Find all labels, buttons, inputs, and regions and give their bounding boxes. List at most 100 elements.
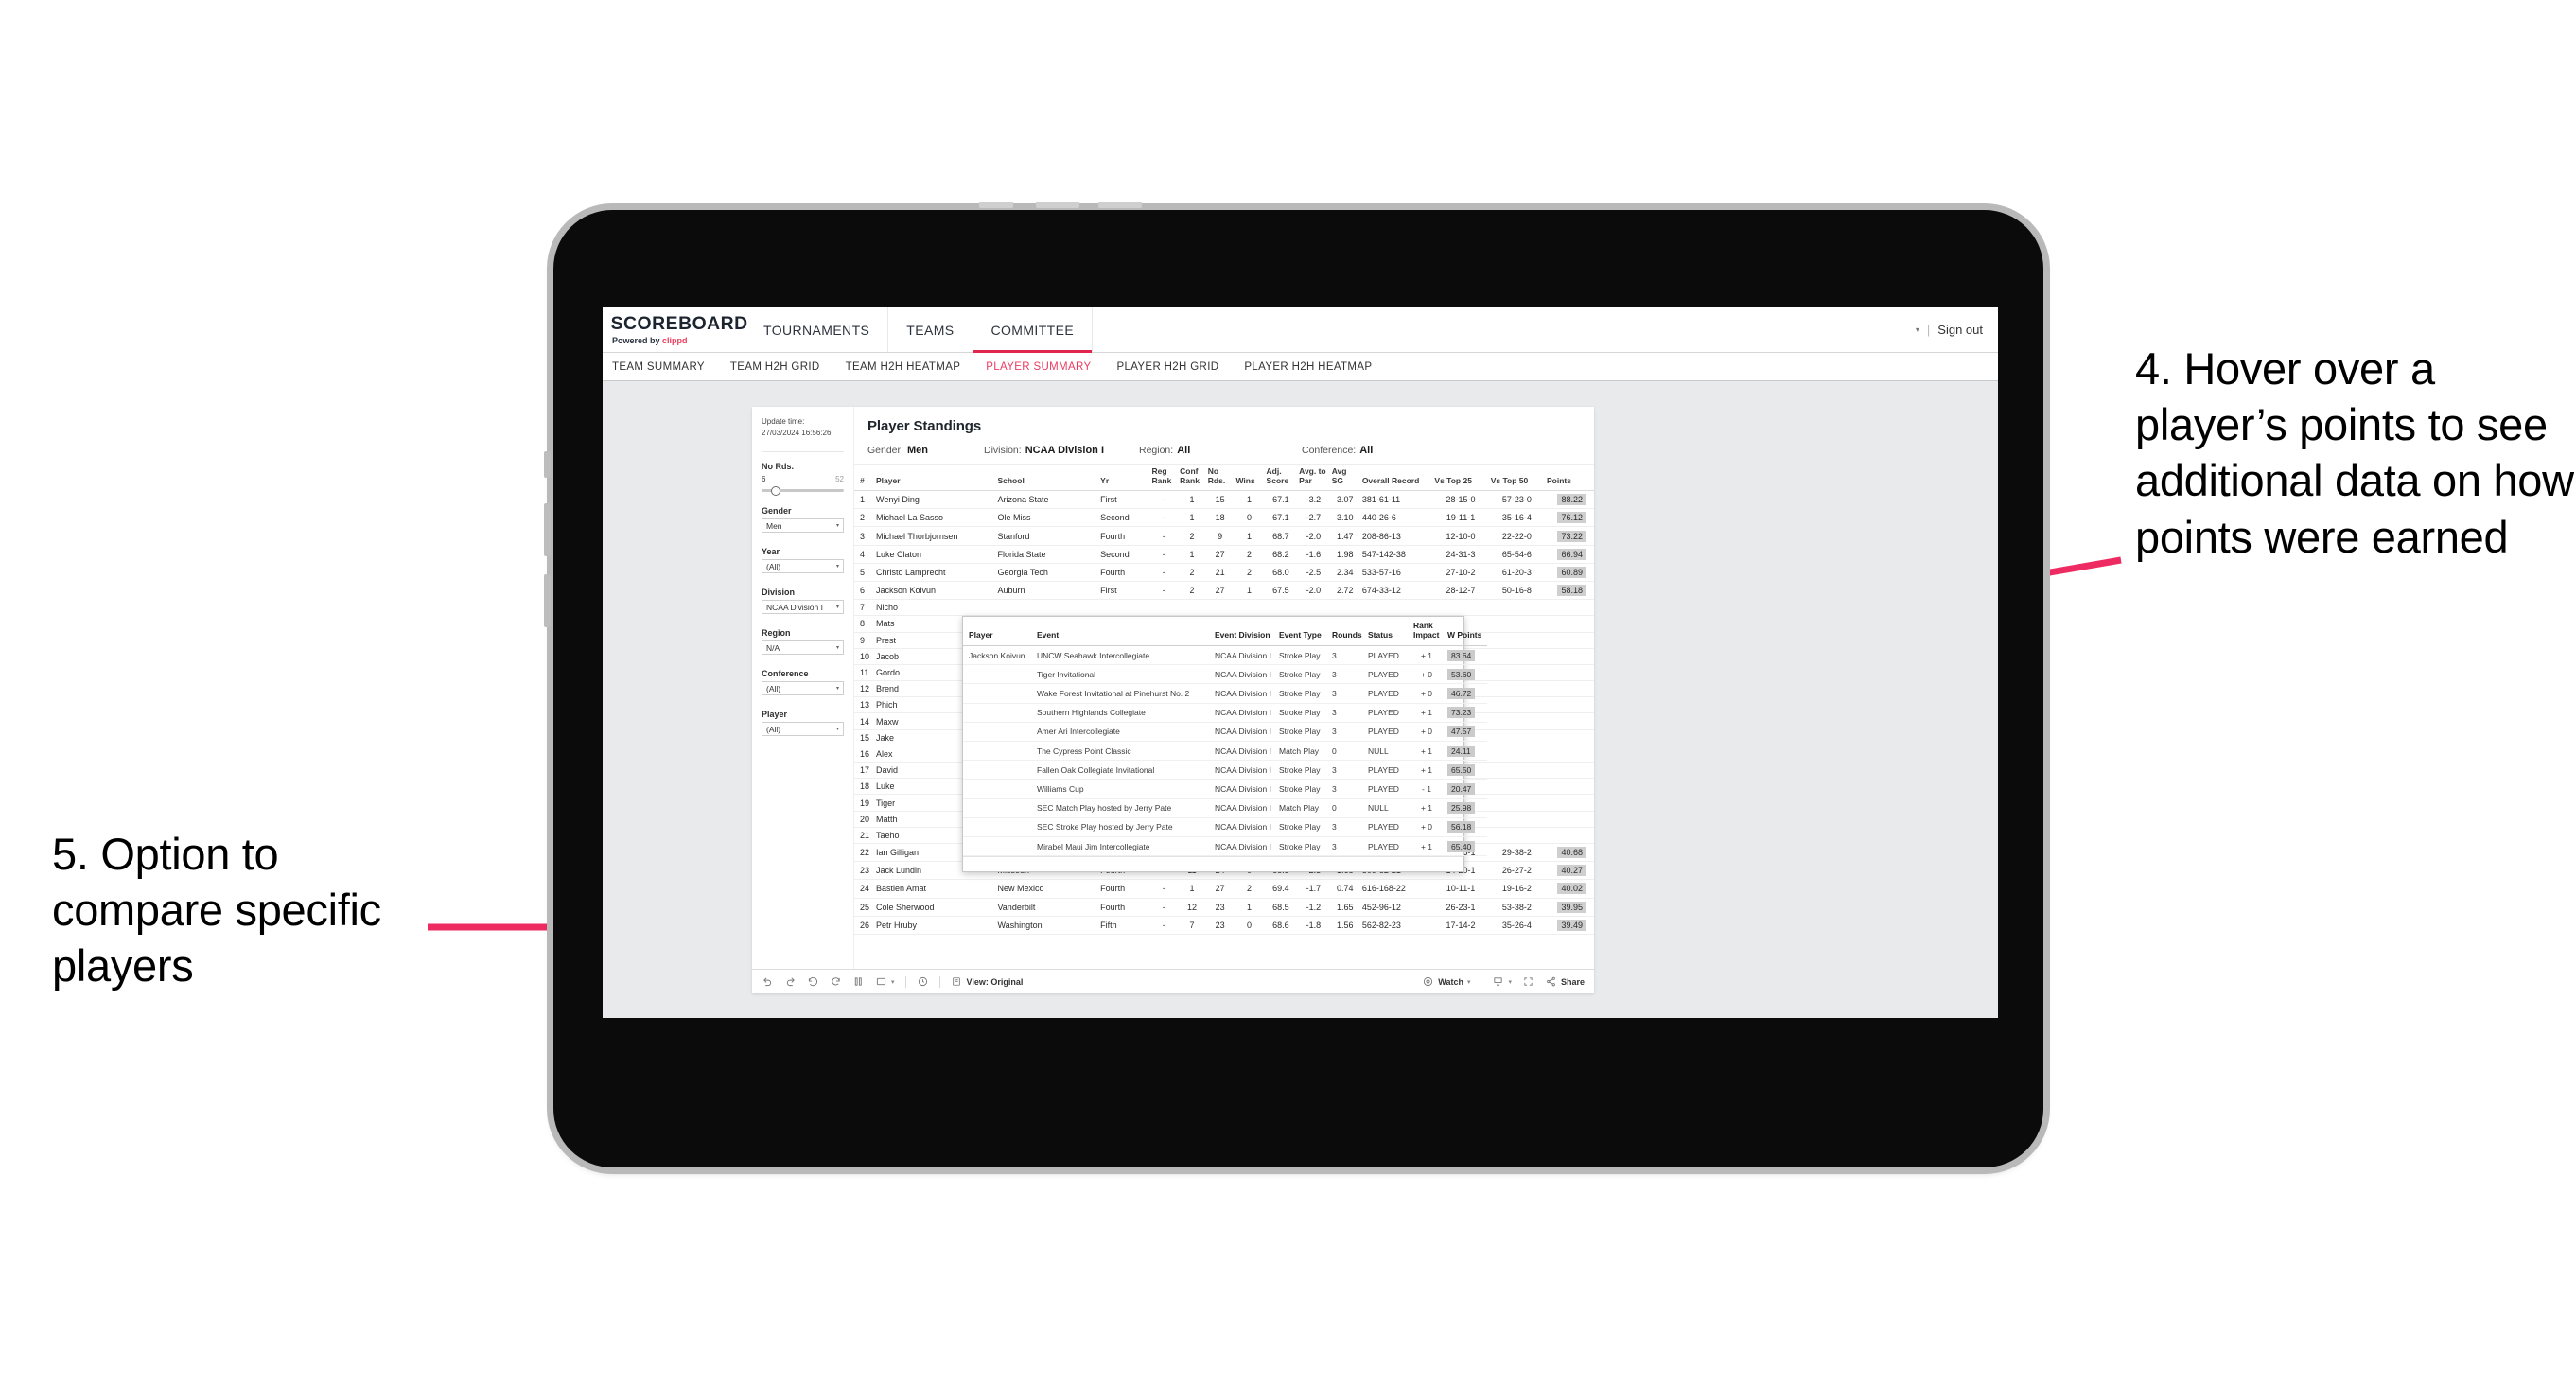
app-logo[interactable]: SCOREBOARD Powered by clippd	[603, 307, 747, 352]
filter-gender-select[interactable]: Men ▾	[762, 518, 844, 533]
table-row[interactable]: 6 Jackson Koivun Auburn First -2 27 1 67.5 -2.0 2…	[854, 581, 1594, 601]
tt-col-event-division: Event Division	[1209, 617, 1273, 647]
points-badge[interactable]: 73.22	[1557, 530, 1586, 542]
col-no-rounds[interactable]: No Rds.	[1205, 465, 1235, 492]
nav-item-tournaments[interactable]: TOURNAMENTS	[745, 307, 889, 352]
tt-cell-w-points: 83.64	[1442, 645, 1487, 666]
cell-school: Georgia Tech	[995, 563, 1099, 582]
tablet-volume-down-button	[544, 574, 551, 627]
tt-cell-type: Stroke Play	[1273, 645, 1326, 666]
cell-adj-score: 67.1	[1264, 508, 1298, 528]
table-row[interactable]: 2 Michael La Sasso Ole Miss Second -1 18 0 67.1…	[854, 508, 1594, 528]
col-adj-score[interactable]: Adj. Score	[1264, 465, 1298, 492]
chevron-down-icon[interactable]: ▾	[1508, 978, 1512, 986]
tab-team-h2h-grid[interactable]: TEAM H2H GRID	[730, 361, 820, 373]
col-vs-top-50[interactable]: Vs Top 50	[1488, 465, 1545, 492]
tab-player-h2h-heatmap[interactable]: PLAYER H2H HEATMAP	[1244, 361, 1372, 373]
col-wins[interactable]: Wins	[1234, 465, 1265, 492]
chevron-down-icon[interactable]: ▾	[1467, 978, 1471, 986]
tab-team-h2h-heatmap[interactable]: TEAM H2H HEATMAP	[846, 361, 961, 373]
tab-player-summary[interactable]: PLAYER SUMMARY	[986, 361, 1091, 373]
table-row[interactable]: 26 Petr Hruby Washington Fifth -7 23 0 68.6 -1.8…	[854, 916, 1594, 935]
annotation-4-text: 4. Hover over a player’s points to see a…	[2135, 343, 2574, 562]
watch-button[interactable]: Watch ▾	[1422, 975, 1470, 988]
table-row[interactable]: 4 Luke Claton Florida State Second -1 27 2 68.2…	[854, 545, 1594, 564]
tt-cell-type: Match Play	[1273, 798, 1326, 818]
cell-no-rounds: 18	[1205, 508, 1235, 528]
filter-region-label: Region	[762, 628, 791, 638]
col-rank[interactable]: #	[854, 465, 874, 492]
col-year[interactable]: Yr	[1098, 465, 1150, 492]
col-vs-top-25[interactable]: Vs Top 25	[1432, 465, 1489, 492]
filter-division-select[interactable]: NCAA Division I ▾	[762, 600, 844, 614]
filter-player-select[interactable]: (All) ▾	[762, 722, 844, 736]
cell-conf-rank: 12	[1178, 898, 1206, 917]
nav-item-teams[interactable]: TEAMS	[888, 307, 973, 352]
custom-view-group[interactable]: ▾	[875, 975, 895, 988]
table-row[interactable]: 1 Wenyi Ding Arizona State First -1 15 1 67.1 -3…	[854, 490, 1594, 510]
table-row[interactable]: 7 Nicho	[854, 599, 1594, 617]
cell-year: Fourth	[1098, 526, 1150, 546]
tt-cell-division: NCAA Division I	[1209, 741, 1273, 762]
tt-cell-event: Amer Ari Intercollegiate	[1031, 722, 1209, 742]
tt-cell-rank-impact: + 0	[1408, 817, 1442, 837]
share-button[interactable]: Share	[1545, 975, 1585, 988]
chevron-down-icon[interactable]: ▾	[1916, 325, 1919, 334]
points-badge[interactable]: 40.27	[1557, 865, 1586, 877]
col-points[interactable]: Points	[1545, 465, 1594, 492]
tt-cell-rank-impact: - 1	[1408, 779, 1442, 799]
col-avg-sg[interactable]: Avg SG	[1329, 465, 1360, 492]
points-badge[interactable]: 58.18	[1557, 585, 1586, 597]
undo-icon[interactable]	[762, 975, 774, 988]
cell-conf-rank: 7	[1178, 916, 1206, 935]
points-badge[interactable]: 76.12	[1557, 512, 1586, 524]
slider-handle[interactable]	[771, 485, 780, 496]
tt-cell-event: SEC Match Play hosted by Jerry Pate	[1031, 798, 1209, 818]
tt-cell-status: NULL	[1362, 741, 1408, 762]
tab-team-summary[interactable]: TEAM SUMMARY	[612, 361, 705, 373]
col-player[interactable]: Player	[874, 465, 996, 492]
filter-gender-label: Gender	[762, 506, 792, 516]
download-button[interactable]: ▾	[1492, 975, 1512, 988]
nav-item-committee[interactable]: COMMITTEE	[973, 307, 1094, 353]
cell-vs-top-25: 26-23-1	[1432, 898, 1489, 917]
col-reg-rank[interactable]: Reg Rank	[1149, 465, 1179, 492]
table-row[interactable]: 24 Bastien Amat New Mexico Fourth -1 27 2 69.4-…	[854, 879, 1594, 899]
filter-year-select[interactable]: (All) ▾	[762, 559, 844, 573]
points-badge[interactable]: 66.94	[1557, 548, 1586, 560]
points-badge[interactable]: 39.49	[1557, 919, 1586, 931]
chevron-down-icon[interactable]: ▾	[891, 978, 895, 986]
revert-icon[interactable]	[807, 975, 819, 988]
tooltip-table-head: Player Event Event Division Event Type R…	[963, 617, 1487, 647]
filter-conference-select[interactable]: (All) ▾	[762, 681, 844, 695]
history-icon[interactable]	[917, 975, 929, 988]
col-conf-rank[interactable]: Conf Rank	[1178, 465, 1206, 492]
view-original-button[interactable]: View: Original	[951, 975, 1023, 988]
cell-points	[1545, 648, 1594, 665]
refresh-icon[interactable]	[830, 975, 842, 988]
redo-icon[interactable]	[784, 975, 797, 988]
points-badge[interactable]: 40.02	[1557, 883, 1586, 895]
filter-region-select[interactable]: N/A ▾	[762, 640, 844, 655]
points-badge[interactable]: 39.95	[1557, 901, 1586, 913]
table-row[interactable]: 5 Christo Lamprecht Georgia Tech Fourth -2 21…	[854, 563, 1594, 582]
custom-view-icon[interactable]	[875, 975, 887, 988]
standings-table-wrapper[interactable]: # Player School Yr Reg Rank Conf Rank No…	[854, 465, 1594, 969]
points-badge[interactable]: 88.22	[1557, 494, 1586, 506]
meta-region-key: Region:	[1139, 445, 1174, 456]
col-overall-record[interactable]: Overall Record	[1359, 465, 1433, 492]
col-avg-to-par[interactable]: Avg. to Par	[1297, 465, 1330, 492]
points-badge[interactable]: 60.89	[1557, 566, 1586, 578]
no-rounds-slider[interactable]	[762, 485, 844, 496]
cell-avg-to-par: -1.6	[1297, 545, 1330, 564]
fullscreen-icon[interactable]	[1522, 975, 1534, 988]
table-row[interactable]: 25 Cole Sherwood Vanderbilt Fourth -12 23 1 68.…	[854, 898, 1594, 917]
col-school[interactable]: School	[995, 465, 1099, 492]
pause-auto-update-icon[interactable]	[852, 975, 865, 988]
sign-out-link[interactable]: Sign out	[1937, 323, 1983, 337]
table-row[interactable]: 3 Michael Thorbjornsen Stanford Fourth -2 9 1 6…	[854, 526, 1594, 546]
cell-vs-top-25: 19-11-1	[1432, 508, 1489, 528]
points-badge[interactable]: 40.68	[1557, 847, 1586, 859]
cell-avg-to-par: -1.2	[1297, 898, 1330, 917]
tab-player-h2h-grid[interactable]: PLAYER H2H GRID	[1116, 361, 1218, 373]
